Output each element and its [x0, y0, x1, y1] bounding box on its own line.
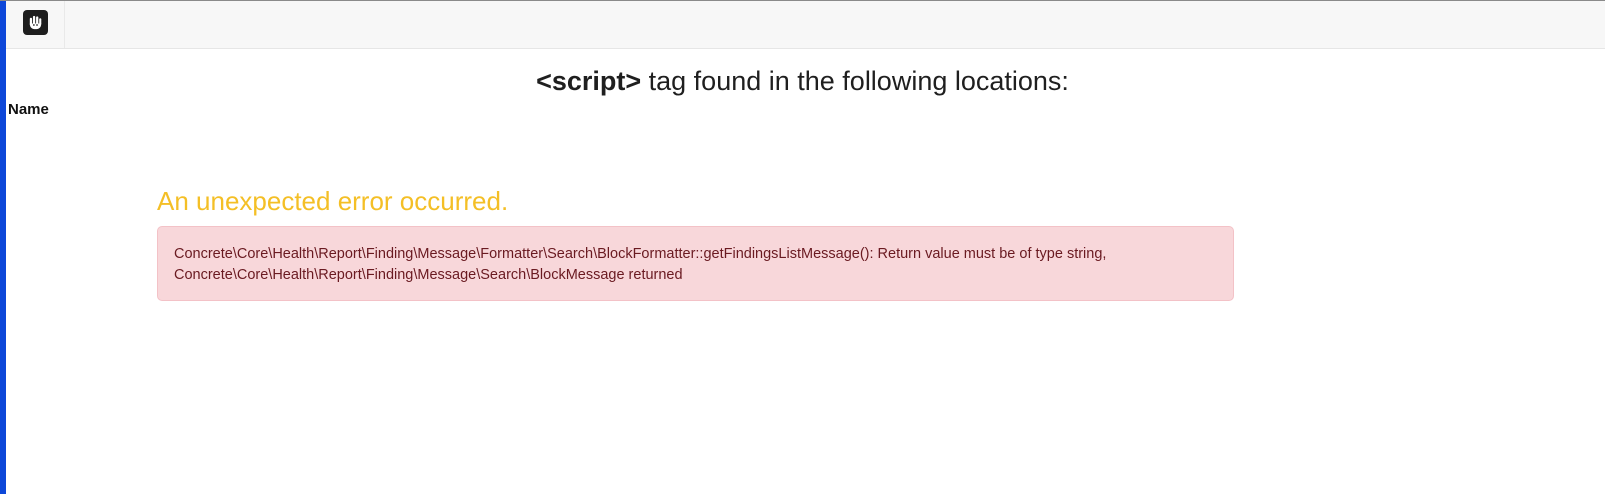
error-title: An unexpected error occurred. [157, 186, 509, 216]
toolbar [6, 1, 1605, 49]
error-alert: Concrete\Core\Health\Report\Finding\Mess… [157, 226, 1234, 301]
page-title-text: tag found in the following locations: [641, 66, 1069, 96]
script-tag-label: <script> [536, 66, 642, 96]
error-message-line-1: Concrete\Core\Health\Report\Finding\Mess… [174, 246, 1107, 262]
concrete-logo-icon [22, 10, 48, 35]
page-title: <script> tag found in the following loca… [0, 63, 1605, 99]
page: <script> tag found in the following loca… [0, 0, 1605, 494]
logo-button[interactable] [6, 1, 65, 48]
error-message-line-2: Concrete\Core\Health\Report\Finding\Mess… [174, 267, 683, 283]
column-header-name: Name [8, 101, 49, 118]
hand-icon [29, 15, 41, 30]
